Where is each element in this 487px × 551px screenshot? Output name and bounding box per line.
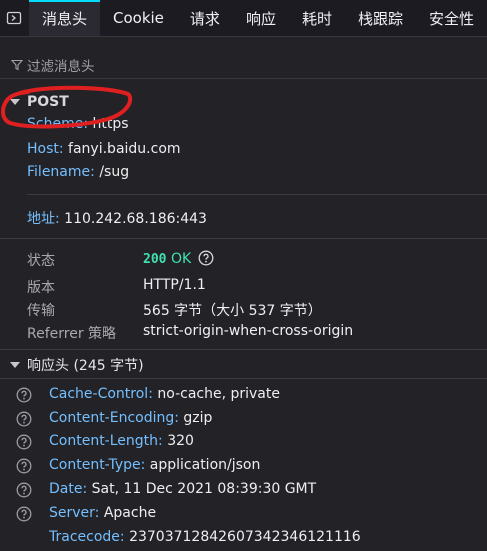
scheme-key: Scheme: bbox=[27, 116, 89, 132]
response-header: Cache-Control: no-cache, private bbox=[49, 386, 280, 402]
tab-response[interactable]: 响应 bbox=[233, 0, 289, 36]
header-key: Cache-Control: bbox=[49, 386, 153, 402]
response-header-row: Content-Encoding: gzip bbox=[0, 408, 487, 431]
response-header: Content-Length: 320 bbox=[49, 433, 194, 449]
tab-request[interactable]: 请求 bbox=[177, 0, 233, 36]
referrer-value: strict-origin-when-cross-origin bbox=[143, 323, 354, 339]
header-value: Sat, 11 Dec 2021 08:39:30 GMT bbox=[91, 481, 317, 497]
address-key: 地址: bbox=[27, 211, 60, 227]
response-header: Content-Type: application/json bbox=[49, 457, 260, 473]
scheme-value: https bbox=[92, 116, 129, 132]
version-label: 版本 bbox=[27, 280, 55, 296]
filter-placeholder: 过滤消息头 bbox=[27, 59, 95, 75]
response-header: Server: Apache bbox=[49, 505, 156, 521]
response-header: Date: Sat, 11 Dec 2021 08:39:30 GMT bbox=[49, 481, 316, 497]
response-header: Tracecode: 23703712842607342346121116 bbox=[49, 529, 361, 545]
help-icon[interactable] bbox=[16, 387, 32, 403]
status-code: 200 bbox=[143, 252, 167, 267]
response-header-row: Server: Apache bbox=[0, 503, 487, 526]
help-icon[interactable] bbox=[16, 482, 32, 498]
help-icon[interactable] bbox=[198, 250, 214, 266]
filename-row: Filename: /sug bbox=[27, 164, 487, 180]
tab-cookies[interactable]: Cookie bbox=[100, 0, 177, 36]
help-icon[interactable] bbox=[16, 411, 32, 427]
host-value: fanyi.baidu.com bbox=[68, 141, 181, 157]
host-key: Host: bbox=[27, 141, 64, 157]
request-method-section-header[interactable]: POST bbox=[0, 90, 487, 114]
version-value: HTTP/1.1 bbox=[143, 277, 206, 293]
filter-icon bbox=[11, 59, 23, 71]
header-key: Server: bbox=[49, 505, 100, 521]
header-key: Tracecode: bbox=[49, 529, 125, 545]
host-row: Host: fanyi.baidu.com bbox=[27, 141, 487, 157]
header-value: gzip bbox=[183, 410, 213, 426]
response-header-row: Content-Type: application/json bbox=[0, 455, 487, 478]
tab-timings[interactable]: 耗时 bbox=[289, 0, 345, 36]
tab-security[interactable]: 安全性 bbox=[416, 0, 487, 36]
divider bbox=[0, 238, 487, 239]
transfer-label: 传输 bbox=[27, 303, 55, 319]
help-icon[interactable] bbox=[16, 506, 32, 522]
response-header-row: Cache-Control: no-cache, private bbox=[0, 384, 487, 407]
request-method: POST bbox=[27, 94, 69, 110]
response-header-row: Content-Length: 320 bbox=[0, 431, 487, 454]
header-key: Content-Encoding: bbox=[49, 410, 179, 426]
header-value: no-cache, private bbox=[157, 386, 280, 402]
response-headers-title: 响应头 (245 字节) bbox=[27, 358, 144, 374]
header-key: Date: bbox=[49, 481, 88, 497]
divider bbox=[0, 349, 487, 350]
filename-value: /sug bbox=[99, 164, 130, 180]
scheme-row: Scheme: https bbox=[27, 116, 487, 132]
sidebar-toggle-icon bbox=[7, 11, 22, 25]
collapse-triangle-icon bbox=[10, 362, 20, 368]
collapse-triangle-icon bbox=[10, 99, 20, 105]
response-header: Content-Encoding: gzip bbox=[49, 410, 212, 426]
header-value: 320 bbox=[167, 433, 194, 449]
tab-stack-trace[interactable]: 栈跟踪 bbox=[345, 0, 416, 36]
referrer-label: Referrer 策略 bbox=[27, 326, 117, 342]
address-value: 110.242.68.186:443 bbox=[64, 211, 207, 227]
divider bbox=[0, 378, 487, 379]
header-value: application/json bbox=[149, 457, 261, 473]
filename-key: Filename: bbox=[27, 164, 95, 180]
devtools-tabbar: 消息头 Cookie 请求 响应 耗时 栈跟踪 安全性 bbox=[0, 0, 487, 37]
header-value: 23703712842607342346121116 bbox=[129, 529, 361, 545]
header-key: Content-Type: bbox=[49, 457, 146, 473]
response-header-row: Tracecode: 23703712842607342346121116 bbox=[0, 527, 487, 550]
help-icon[interactable] bbox=[16, 458, 32, 474]
header-value: Apache bbox=[103, 505, 157, 521]
status-text: OK bbox=[170, 251, 192, 267]
dock-toggle-button[interactable] bbox=[0, 0, 29, 36]
divider bbox=[27, 194, 487, 195]
status-label: 状态 bbox=[27, 253, 55, 269]
header-key: Content-Length: bbox=[49, 433, 163, 449]
response-headers-section-header[interactable]: 响应头 (245 字节) bbox=[0, 353, 487, 377]
transfer-value: 565 字节（大小 537 字节） bbox=[143, 303, 322, 319]
help-icon[interactable] bbox=[16, 434, 32, 450]
response-header-row: Date: Sat, 11 Dec 2021 08:39:30 GMT bbox=[0, 479, 487, 502]
tab-headers[interactable]: 消息头 bbox=[28, 0, 101, 36]
status-value: 200 OK bbox=[143, 250, 214, 267]
headers-filter[interactable]: 过滤消息头 bbox=[0, 52, 487, 79]
address-row: 地址: 110.242.68.186:443 bbox=[27, 208, 487, 228]
